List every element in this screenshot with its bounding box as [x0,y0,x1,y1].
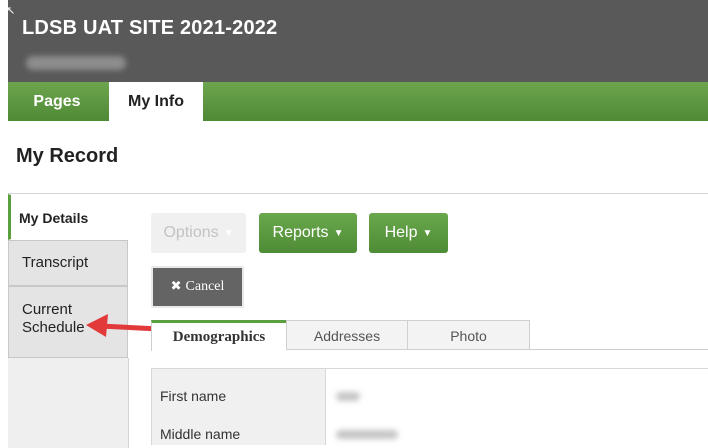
options-button[interactable]: Options ▼ [151,213,246,253]
user-name-redacted [26,56,126,70]
help-caret-icon: ▼ [422,228,433,239]
page-title: My Record [16,145,119,167]
help-button[interactable]: Help ▼ [369,213,448,253]
side-nav-current-schedule[interactable]: Current Schedule [8,286,128,358]
cancel-button[interactable]: ✖ Cancel [151,266,244,308]
mouse-cursor-icon: ↖ [6,5,16,17]
tab-pages[interactable]: Pages [8,82,106,121]
first-name-label: First name [160,388,227,404]
side-nav-my-details[interactable]: My Details [8,194,130,240]
reports-button[interactable]: Reports ▼ [259,213,357,253]
close-icon: ✖ [170,279,182,294]
app-header: LDSB UAT SITE 2021-2022 [8,0,708,82]
middle-name-value-redacted [336,430,398,439]
side-nav-transcript[interactable]: Transcript [8,240,128,286]
top-tab-bar: Pages My Info [8,82,708,121]
options-label: Options [163,224,219,241]
record-tabs: Demographics Addresses Photo [151,320,708,351]
tab-photo[interactable]: Photo [408,320,530,350]
middle-name-label: Middle name [160,426,241,442]
tab-addresses[interactable]: Addresses [286,320,408,350]
options-caret-icon: ▼ [223,228,234,239]
reports-caret-icon: ▼ [333,228,344,239]
side-nav-current-schedule-line2: Schedule [22,319,85,336]
tabs-divider [530,349,708,350]
side-nav-filler [8,358,129,448]
side-nav-current-schedule-line1: Current [22,301,73,318]
cancel-label: Cancel [185,279,225,294]
reports-label: Reports [272,224,329,241]
tab-my-info[interactable]: My Info [109,82,203,121]
site-title: LDSB UAT SITE 2021-2022 [22,17,278,39]
first-name-value-redacted [336,392,360,401]
help-label: Help [384,224,418,241]
tab-demographics[interactable]: Demographics [151,320,286,351]
